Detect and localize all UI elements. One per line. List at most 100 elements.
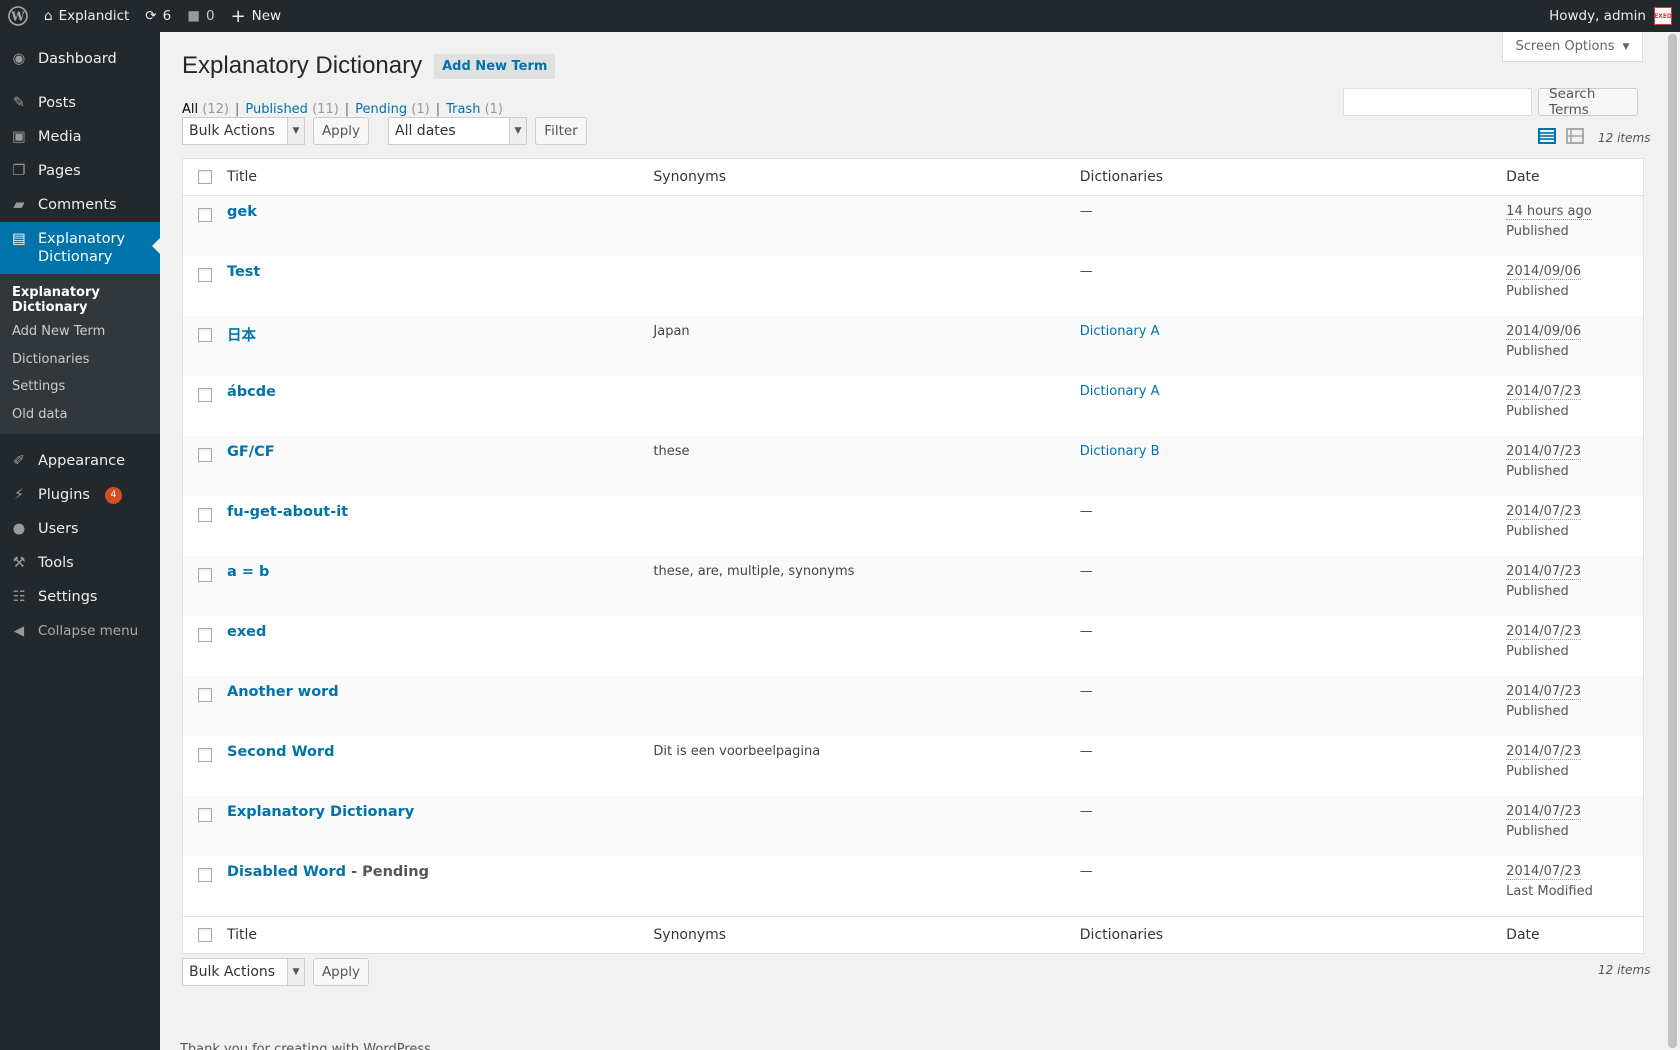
menu-label: Tools	[38, 555, 74, 571]
apply-button[interactable]: Apply	[313, 958, 369, 986]
menu-explanatory-dictionary[interactable]: ▤ Explanatory Dictionary	[0, 222, 160, 274]
filter-published[interactable]: Published	[245, 102, 308, 117]
row-checkbox[interactable]	[198, 688, 212, 702]
table-row: Explanatory Dictionary — 2014/07/23 Publish…	[183, 796, 1643, 856]
submenu-add-new-term[interactable]: Add New Term	[0, 318, 160, 346]
add-new-term-button[interactable]: Add New Term	[434, 53, 556, 79]
term-date: 2014/07/23	[1506, 624, 1582, 640]
dictionary-link[interactable]: Dictionary B	[1080, 444, 1160, 459]
search-terms-button[interactable]: Search Terms	[1538, 86, 1638, 118]
term-status: Published	[1506, 524, 1569, 539]
list-view-icon[interactable]	[1538, 127, 1556, 145]
column-title[interactable]: Title	[227, 927, 653, 943]
menu-dashboard[interactable]: ◉ Dashboard	[0, 42, 160, 76]
submenu-old-data[interactable]: Old data	[0, 401, 160, 429]
row-checkbox[interactable]	[198, 388, 212, 402]
row-checkbox[interactable]	[198, 568, 212, 582]
filter-button[interactable]: Filter	[535, 117, 587, 145]
row-checkbox[interactable]	[198, 268, 212, 282]
dictionary-none: —	[1079, 684, 1093, 699]
select-arrow-icon: ▼	[287, 959, 304, 985]
menu-posts[interactable]: ✎ Posts	[0, 86, 160, 120]
column-dictionaries: Dictionaries	[1079, 169, 1164, 185]
scrollbar-thumb[interactable]	[1668, 34, 1677, 1048]
row-checkbox[interactable]	[198, 208, 212, 222]
dictionary-link[interactable]: Dictionary A	[1080, 324, 1160, 339]
page-scrollbar[interactable]	[1665, 32, 1680, 1050]
comment-icon: ▰	[13, 197, 25, 213]
term-synonyms: Dit is een voorbeelpagina	[653, 744, 821, 759]
my-account[interactable]: Howdy, admin EXED	[1549, 7, 1680, 25]
dictionary-link[interactable]: Dictionary A	[1080, 384, 1160, 399]
table-row: ábcde Dictionary A 2014/07/23 Published	[183, 376, 1643, 436]
select-all-checkbox[interactable]	[198, 170, 212, 184]
row-checkbox[interactable]	[198, 508, 212, 522]
menu-media[interactable]: ▣ Media	[0, 120, 160, 154]
term-title-link[interactable]: gek	[227, 204, 257, 220]
screen-options-label: Screen Options	[1515, 39, 1615, 54]
filter-trash-count: (1)	[484, 102, 503, 117]
filter-trash[interactable]: Trash	[446, 102, 480, 117]
menu-users[interactable]: ● Users	[0, 512, 160, 546]
term-status: Last Modified	[1506, 884, 1593, 899]
plug-icon: ⚡	[13, 487, 25, 503]
menu-comments[interactable]: ▰ Comments	[0, 188, 160, 222]
bulk-actions-value: Bulk Actions	[189, 123, 276, 139]
submenu-dictionaries[interactable]: Dictionaries	[0, 346, 160, 374]
submenu-explanatory-dictionary[interactable]: Explanatory Dictionary	[0, 282, 160, 318]
dropdown-arrow-icon: ▼	[1622, 41, 1630, 52]
row-checkbox[interactable]	[198, 628, 212, 642]
column-title[interactable]: Title	[227, 169, 653, 185]
term-title-link[interactable]: fu-get-about-it	[227, 504, 348, 520]
filter-all-count: (12)	[202, 102, 229, 117]
menu-settings[interactable]: ☷ Settings	[0, 580, 160, 614]
term-title-link[interactable]: exed	[227, 624, 266, 640]
term-title-link[interactable]: Second Word	[227, 744, 335, 760]
select-arrow-icon: ▼	[509, 118, 526, 144]
admin-menu: ◉ Dashboard ✎ Posts ▣ Media ❐ Pages ▰ Comment…	[0, 32, 160, 1050]
dictionary-none: —	[1079, 564, 1093, 579]
term-title-link[interactable]: a = b	[227, 564, 269, 580]
term-title-link[interactable]: 日本	[227, 328, 256, 344]
term-title-link[interactable]: Test	[227, 264, 260, 280]
filter-pending[interactable]: Pending	[355, 102, 407, 117]
row-checkbox[interactable]	[198, 748, 212, 762]
menu-pages[interactable]: ❐ Pages	[0, 154, 160, 188]
submenu-settings[interactable]: Settings	[0, 373, 160, 401]
term-title-link[interactable]: GF/CF	[227, 444, 275, 460]
new-content-link[interactable]: + New	[223, 0, 290, 32]
menu-label: Users	[38, 521, 79, 537]
term-status: Published	[1506, 584, 1569, 599]
bulk-actions-select[interactable]: Bulk Actions ▼	[182, 117, 305, 145]
status-filters: All (12) | Published (11) | Pending (1) …	[182, 102, 503, 117]
row-checkbox[interactable]	[198, 808, 212, 822]
site-name-link[interactable]: ⌂ Explandict	[36, 0, 137, 32]
row-checkbox[interactable]	[198, 328, 212, 342]
row-checkbox[interactable]	[198, 868, 212, 882]
select-all-checkbox[interactable]	[198, 928, 212, 942]
table-body: gek — 14 hours ago Published Test — 2014/09/06…	[183, 196, 1643, 916]
screen-options-button[interactable]: Screen Options ▼	[1502, 32, 1643, 62]
term-title-link[interactable]: ábcde	[227, 384, 276, 400]
term-title-link[interactable]: Disabled Word	[227, 864, 346, 880]
excerpt-view-icon[interactable]	[1566, 127, 1584, 145]
row-checkbox[interactable]	[198, 448, 212, 462]
term-title-link[interactable]: Another word	[227, 684, 339, 700]
comments-link[interactable]: ■ 0	[179, 0, 222, 32]
column-date[interactable]: Date	[1506, 927, 1643, 943]
term-date: 2014/07/23	[1506, 804, 1582, 820]
term-title-link[interactable]: Explanatory Dictionary	[227, 804, 414, 820]
dates-select[interactable]: All dates ▼	[388, 117, 527, 145]
apply-button[interactable]: Apply	[313, 117, 369, 145]
dates-value: All dates	[395, 123, 456, 139]
column-date[interactable]: Date	[1506, 169, 1643, 185]
collapse-menu-button[interactable]: ◀ Collapse menu	[0, 614, 160, 648]
search-input[interactable]	[1343, 88, 1532, 116]
menu-appearance[interactable]: ✐ Appearance	[0, 444, 160, 478]
updates-link[interactable]: ⟳ 6	[137, 0, 179, 32]
menu-plugins[interactable]: ⚡ Plugins 4	[0, 478, 160, 512]
menu-tools[interactable]: ⚒ Tools	[0, 546, 160, 580]
filter-all[interactable]: All	[182, 102, 198, 117]
bulk-actions-select[interactable]: Bulk Actions ▼	[182, 958, 305, 986]
wordpress-logo-icon[interactable]: W	[0, 0, 36, 32]
